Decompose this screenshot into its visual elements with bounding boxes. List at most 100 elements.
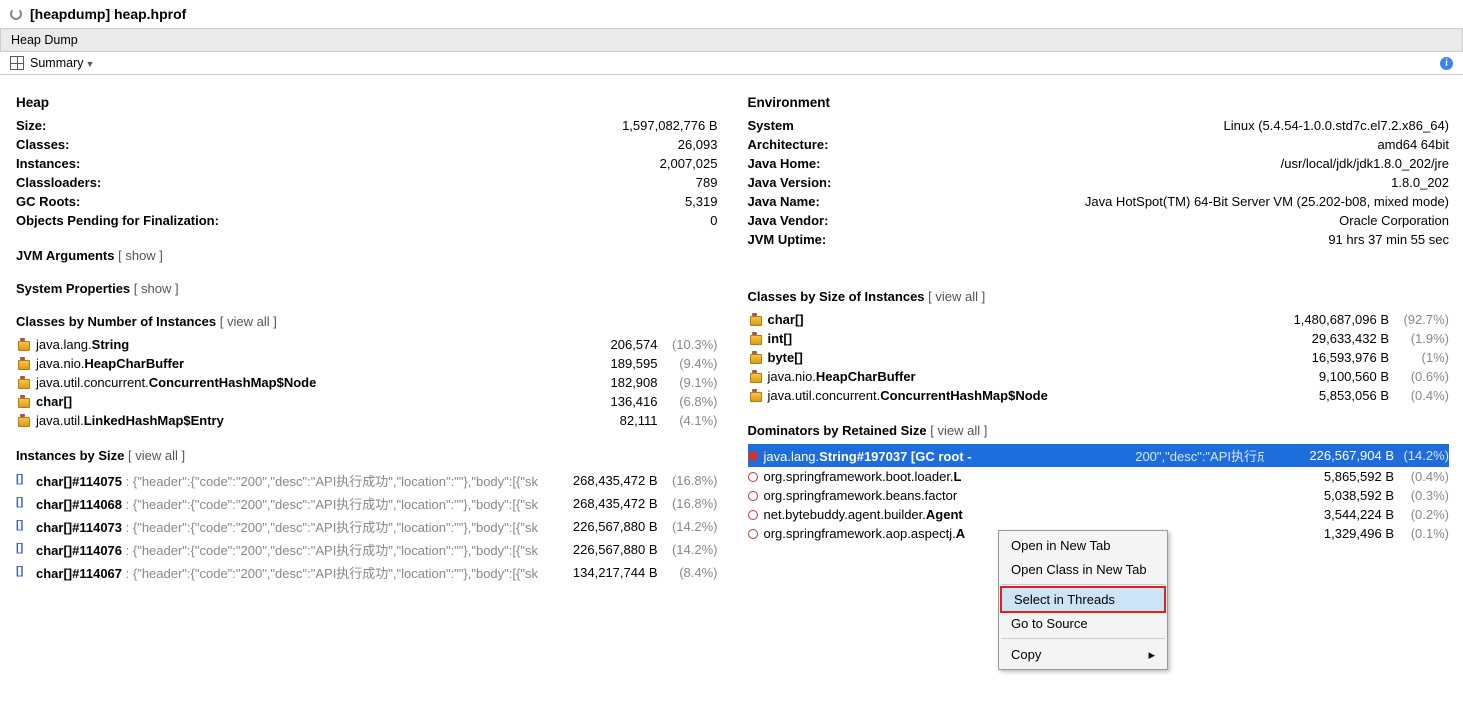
kv-value: /usr/local/jdk/jdk1.8.0_202/jre [1281, 156, 1449, 171]
kv-value: 2,007,025 [660, 156, 718, 171]
kv-value: 1.8.0_202 [1391, 175, 1449, 190]
kv-value: 789 [696, 175, 718, 190]
instance-row[interactable]: char[]#114075 : {"header":{"code":"200",… [16, 469, 718, 492]
row-percent: (1%) [1389, 350, 1449, 365]
kv-row: Java Name:Java HotSpot(TM) 64-Bit Server… [748, 192, 1450, 211]
row-number: 82,111 [538, 413, 658, 428]
class-icon [748, 371, 762, 383]
row-percent: (0.4%) [1389, 388, 1449, 403]
jvmargs-show-link[interactable]: [ show ] [118, 248, 163, 263]
view-dropdown[interactable]: Summary▼ [30, 56, 94, 70]
dom-header: Dominators by Retained Size [ view all ] [748, 423, 1450, 438]
row-number: 29,633,432 B [1269, 331, 1389, 346]
csi-header: Classes by Size of Instances [ view all … [748, 289, 1450, 304]
class-icon [16, 377, 30, 389]
row-percent: (16.8%) [658, 473, 718, 488]
heap-section-title: Heap [16, 95, 718, 110]
ctx-go-to-source[interactable]: Go to Source [999, 611, 1167, 635]
array-icon [16, 544, 30, 556]
csi-viewall-link[interactable]: [ view all ] [928, 289, 985, 304]
kv-key: Java Version: [748, 175, 832, 190]
row-size: 5,865,592 B [1264, 469, 1394, 484]
ibs-viewall-link[interactable]: [ view all ] [128, 448, 185, 463]
kv-row: Classloaders: 789 [16, 173, 718, 192]
row-number: 9,100,560 B [1269, 369, 1389, 384]
row-percent: (16.8%) [658, 496, 718, 511]
kv-row: Java Vendor:Oracle Corporation [748, 211, 1450, 230]
kv-row: Objects Pending for Finalization: 0 [16, 211, 718, 230]
kv-key: Objects Pending for Finalization: [16, 213, 219, 228]
row-size: 3,544,224 B [1264, 507, 1394, 522]
instance-row[interactable]: char[]#114067 : {"header":{"code":"200",… [16, 561, 718, 584]
kv-value: amd64 64bit [1377, 137, 1449, 152]
kv-key: Classloaders: [16, 175, 101, 190]
row-number: 5,853,056 B [1269, 388, 1389, 403]
row-percent: (0.6%) [1389, 369, 1449, 384]
kv-row: Instances: 2,007,025 [16, 154, 718, 173]
dot-icon [748, 472, 758, 482]
row-percent: (0.2%) [1394, 507, 1449, 522]
dom-viewall-link[interactable]: [ view all ] [930, 423, 987, 438]
class-row[interactable]: char[]1,480,687,096 B(92.7%) [748, 310, 1450, 329]
class-row[interactable]: char[]136,416(6.8%) [16, 392, 718, 411]
toolbar: Summary▼ i [0, 52, 1463, 75]
kv-value: 5,319 [685, 194, 718, 209]
breadcrumb[interactable]: Heap Dump [0, 29, 1463, 52]
row-percent: (9.4%) [658, 356, 718, 371]
ctx-select-in-threads[interactable]: Select in Threads [1001, 587, 1165, 612]
instance-row[interactable]: char[]#114073 : {"header":{"code":"200",… [16, 515, 718, 538]
kv-row: Architecture:amd64 64bit [748, 135, 1450, 154]
ctx-open-new-tab[interactable]: Open in New Tab [999, 533, 1167, 557]
kv-row: Java Version: 1.8.0_202 [748, 173, 1450, 192]
kv-value: 26,093 [678, 137, 718, 152]
class-row[interactable]: byte[]16,593,976 B(1%) [748, 348, 1450, 367]
class-row[interactable]: java.nio.HeapCharBuffer9,100,560 B(0.6%) [748, 367, 1450, 386]
class-row[interactable]: java.util.LinkedHashMap$Entry82,111(4.1%… [16, 411, 718, 430]
title-text: [heapdump] heap.hprof [30, 6, 186, 22]
class-icon [16, 415, 30, 427]
class-row[interactable]: java.lang.String206,574(10.3%) [16, 335, 718, 354]
dot-icon [748, 451, 758, 461]
kv-value: Linux (5.4.54-1.0.0.std7c.el7.2.x86_64) [1224, 118, 1449, 133]
class-row[interactable]: java.util.concurrent.ConcurrentHashMap$N… [748, 386, 1450, 405]
ctx-separator [1001, 584, 1165, 585]
class-icon [748, 314, 762, 326]
ctx-open-class-new-tab[interactable]: Open Class in New Tab [999, 557, 1167, 581]
sysprops-show-link[interactable]: [ show ] [134, 281, 179, 296]
dominator-row[interactable]: net.bytebuddy.agent.builder.Agentformer#… [748, 505, 1450, 524]
dot-icon [748, 510, 758, 520]
kv-row: Java Home:/usr/local/jdk/jdk1.8.0_202/jr… [748, 154, 1450, 173]
class-row[interactable]: int[]29,633,432 B(1.9%) [748, 329, 1450, 348]
kv-value: 0 [710, 213, 717, 228]
dominator-row[interactable]: java.lang.String#197037 [GC root - 200",… [748, 444, 1450, 467]
kv-key: System [748, 118, 794, 133]
instance-row[interactable]: char[]#114076 : {"header":{"code":"200",… [16, 538, 718, 561]
kv-key: JVM Uptime: [748, 232, 827, 247]
row-size: 226,567,880 B [538, 519, 658, 534]
cni-viewall-link[interactable]: [ view all ] [220, 314, 277, 329]
class-icon [748, 390, 762, 402]
class-row[interactable]: java.nio.HeapCharBuffer189,595(9.4%) [16, 354, 718, 373]
kv-row: GC Roots:5,319 [16, 192, 718, 211]
array-icon [16, 567, 30, 579]
kv-key: Instances: [16, 156, 80, 171]
array-icon [16, 521, 30, 533]
ctx-copy[interactable]: Copy ▸ [999, 642, 1167, 667]
spinner-icon [10, 8, 22, 20]
row-size: 1,329,496 B [1264, 526, 1394, 541]
dominator-row[interactable]: org.springframework.boot.loader.L5,865,5… [748, 467, 1450, 486]
class-row[interactable]: java.util.concurrent.ConcurrentHashMap$N… [16, 373, 718, 392]
kv-row: Size:1,597,082,776 B [16, 116, 718, 135]
kv-key: Classes: [16, 137, 69, 152]
ibs-header: Instances by Size [ view all ] [16, 448, 718, 463]
kv-row: JVM Uptime:91 hrs 37 min 55 sec [748, 230, 1450, 249]
row-size: 226,567,904 B [1264, 448, 1394, 463]
row-percent: (92.7%) [1389, 312, 1449, 327]
info-icon[interactable]: i [1440, 57, 1453, 70]
class-icon [748, 352, 762, 364]
row-size: 268,435,472 B [538, 473, 658, 488]
kv-value: Java HotSpot(TM) 64-Bit Server VM (25.20… [1085, 194, 1449, 209]
dominator-row[interactable]: org.springframework.beans.factortory#15,… [748, 486, 1450, 505]
instance-row[interactable]: char[]#114068 : {"header":{"code":"200",… [16, 492, 718, 515]
class-icon [16, 358, 30, 370]
